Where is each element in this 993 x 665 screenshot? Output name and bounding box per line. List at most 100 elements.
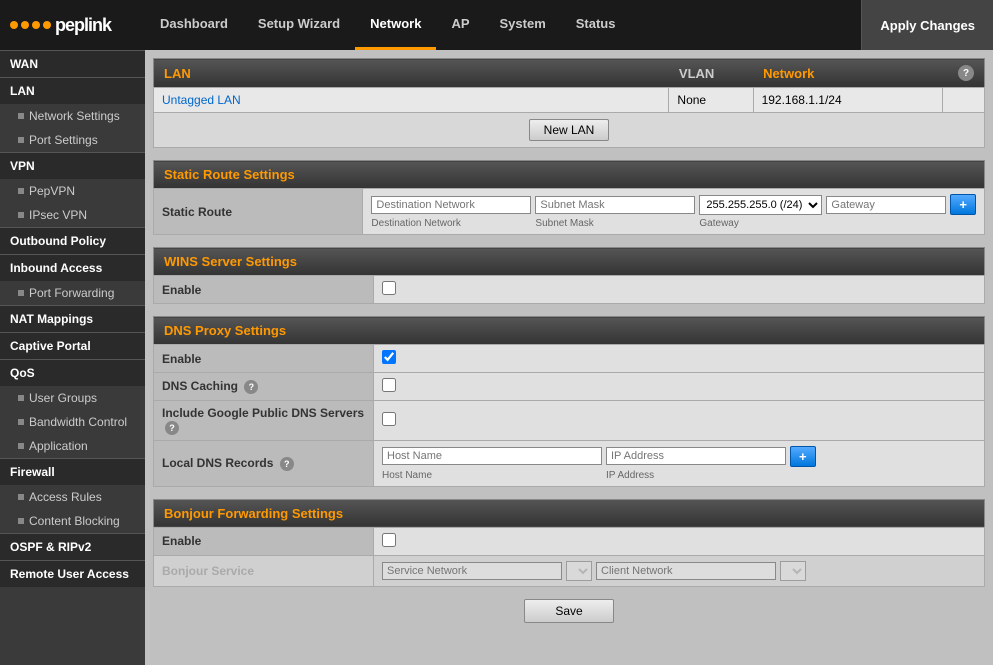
- lan-title: LAN: [154, 59, 669, 88]
- static-route-table: Static Route Settings Static Route 255.2…: [153, 160, 985, 235]
- hostname-input[interactable]: [382, 447, 602, 465]
- wins-enable-label: Enable: [154, 276, 374, 304]
- dns-local-help-icon[interactable]: ?: [280, 457, 294, 471]
- dns-google-checkbox[interactable]: [382, 412, 396, 426]
- sidebar-item-user-groups[interactable]: User Groups: [0, 386, 145, 410]
- bonjour-enable-checkbox[interactable]: [382, 533, 396, 547]
- static-route-add-button[interactable]: +: [950, 194, 976, 215]
- sidebar-item-application[interactable]: Application: [0, 434, 145, 458]
- dns-enable-checkbox[interactable]: [382, 350, 396, 364]
- lan-help-icon[interactable]: ?: [958, 65, 974, 81]
- sidebar-item-access-rules[interactable]: Access Rules: [0, 485, 145, 509]
- sidebar-item-bandwidth-control[interactable]: Bandwidth Control: [0, 410, 145, 434]
- logo: peplink: [0, 0, 145, 50]
- sidebar-section-captive[interactable]: Captive Portal: [0, 332, 145, 359]
- sidebar-section-nat[interactable]: NAT Mappings: [0, 305, 145, 332]
- save-button[interactable]: Save: [524, 599, 613, 623]
- local-dns-add-button[interactable]: +: [790, 446, 816, 467]
- service-network-input[interactable]: [382, 562, 562, 580]
- sidebar-item-port-settings[interactable]: Port Settings: [0, 128, 145, 152]
- gateway-input[interactable]: [826, 196, 946, 214]
- sidebar-section-outbound[interactable]: Outbound Policy: [0, 227, 145, 254]
- bullet-icon: [18, 290, 24, 296]
- lan-name-cell: Untagged LAN: [154, 88, 669, 113]
- dest-col-header: Destination Network: [371, 218, 531, 229]
- dns-google-label: Include Google Public DNS Servers ?: [154, 401, 374, 441]
- dns-proxy-table: DNS Proxy Settings Enable DNS Caching ?: [153, 316, 985, 487]
- top-nav: Dashboard Setup Wizard Network AP System…: [145, 0, 993, 50]
- nav-system[interactable]: System: [485, 0, 561, 50]
- sidebar-section-remote[interactable]: Remote User Access: [0, 560, 145, 587]
- lan-vlan-cell: None: [669, 88, 753, 113]
- bonjour-table: Bonjour Forwarding Settings Enable Bonjo…: [153, 499, 985, 587]
- sidebar-item-network-settings[interactable]: Network Settings: [0, 104, 145, 128]
- sidebar-section-qos[interactable]: QoS: [0, 359, 145, 386]
- logo-dots: [10, 21, 51, 29]
- sidebar-section-inbound[interactable]: Inbound Access: [0, 254, 145, 281]
- sidebar-section-lan[interactable]: LAN: [0, 77, 145, 104]
- nav-setup-wizard[interactable]: Setup Wizard: [243, 0, 355, 50]
- nav-ap[interactable]: AP: [436, 0, 484, 50]
- nav-dashboard[interactable]: Dashboard: [145, 0, 243, 50]
- lan-table: LAN VLAN Network ? Untagged LAN None 192…: [153, 58, 985, 148]
- sidebar-item-port-forwarding[interactable]: Port Forwarding: [0, 281, 145, 305]
- untagged-lan-link[interactable]: Untagged LAN: [162, 93, 241, 107]
- dns-proxy-title: DNS Proxy Settings: [154, 317, 985, 345]
- static-route-header: Static Route Settings: [154, 161, 985, 189]
- dns-caching-label: DNS Caching ?: [154, 373, 374, 401]
- dns-local-label: Local DNS Records ?: [154, 440, 374, 486]
- bullet-icon: [18, 113, 24, 119]
- bullet-icon: [18, 188, 24, 194]
- dns-google-help-icon[interactable]: ?: [165, 421, 179, 435]
- client-network-select[interactable]: [780, 561, 806, 581]
- bonjour-title: Bonjour Forwarding Settings: [154, 499, 985, 527]
- ip-address-input[interactable]: [606, 447, 786, 465]
- lan-data-row: Untagged LAN None 192.168.1.1/24: [154, 88, 985, 113]
- bonjour-header: Bonjour Forwarding Settings: [154, 499, 985, 527]
- sidebar-item-ipsec[interactable]: IPsec VPN: [0, 203, 145, 227]
- nav-network[interactable]: Network: [355, 0, 436, 50]
- wins-enable-row: Enable: [154, 276, 985, 304]
- static-route-col-headers: Destination Network Subnet Mask Gateway: [371, 218, 976, 229]
- main-area: Dashboard Setup Wizard Network AP System…: [145, 0, 993, 665]
- bullet-icon: [18, 419, 24, 425]
- apply-changes-button[interactable]: Apply Changes: [861, 0, 993, 50]
- dns-caching-checkbox[interactable]: [382, 378, 396, 392]
- subnet-mask-input[interactable]: [535, 196, 695, 214]
- logo-dot-2: [21, 21, 29, 29]
- gateway-col-header: Gateway: [699, 218, 779, 229]
- sidebar-item-content-blocking[interactable]: Content Blocking: [0, 509, 145, 533]
- hostname-col-header: Host Name: [382, 470, 602, 481]
- sidebar-section-vpn[interactable]: VPN: [0, 152, 145, 179]
- lan-col-network: Network: [753, 59, 942, 88]
- local-dns-fields: +: [382, 446, 976, 467]
- sidebar-section-ospf[interactable]: OSPF & RIPv2: [0, 533, 145, 560]
- ip-col-header: IP Address: [606, 470, 786, 481]
- sidebar-section-wan[interactable]: WAN: [0, 50, 145, 77]
- dns-enable-label: Enable: [154, 345, 374, 373]
- dest-network-input[interactable]: [371, 196, 531, 214]
- static-route-fields: 255.255.255.0 (/24) +: [371, 194, 976, 215]
- lan-network-cell: 192.168.1.1/24: [753, 88, 942, 113]
- wins-header: WINS Server Settings: [154, 248, 985, 276]
- bonjour-service-row: Bonjour Service: [154, 555, 985, 586]
- bullet-icon: [18, 443, 24, 449]
- lan-header-row: LAN VLAN Network ?: [154, 59, 985, 88]
- service-network-select[interactable]: [566, 561, 592, 581]
- new-lan-button[interactable]: New LAN: [529, 119, 610, 141]
- nav-status[interactable]: Status: [561, 0, 631, 50]
- logo-dot-1: [10, 21, 18, 29]
- bullet-icon: [18, 518, 24, 524]
- dns-caching-help-icon[interactable]: ?: [244, 380, 258, 394]
- dns-enable-row: Enable: [154, 345, 985, 373]
- bullet-icon: [18, 137, 24, 143]
- subnet-mask-select[interactable]: 255.255.255.0 (/24): [699, 195, 822, 215]
- sidebar-section-firewall[interactable]: Firewall: [0, 458, 145, 485]
- sidebar-item-pepvpn[interactable]: PepVPN: [0, 179, 145, 203]
- wins-table: WINS Server Settings Enable: [153, 247, 985, 304]
- bonjour-service-label: Bonjour Service: [154, 555, 374, 586]
- client-network-input[interactable]: [596, 562, 776, 580]
- dns-google-row: Include Google Public DNS Servers ?: [154, 401, 985, 441]
- wins-enable-checkbox[interactable]: [382, 281, 396, 295]
- dns-local-row: Local DNS Records ? + Host Name IP Addre…: [154, 440, 985, 486]
